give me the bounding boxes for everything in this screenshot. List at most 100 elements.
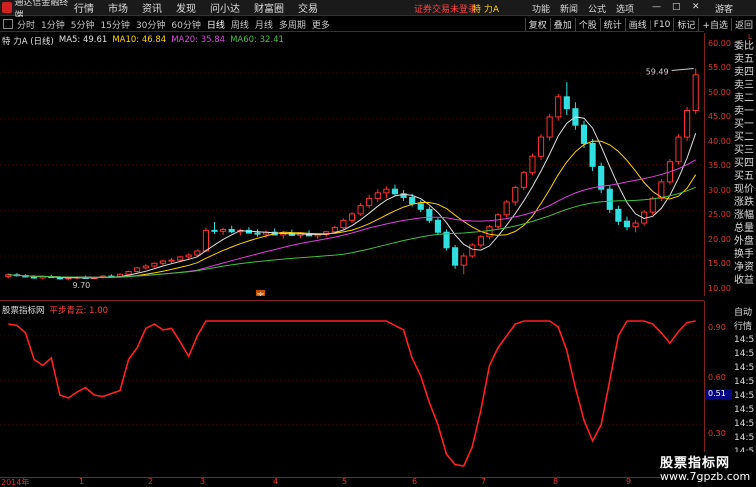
candle-body — [443, 231, 450, 249]
menu-bar: 通达信金融终端 行情 市场 资讯 发现 问小达 财富圈 交易 证券交易未登录 特… — [0, 0, 756, 21]
quote-label: 收益 — [734, 275, 754, 286]
menu-item-hangqing[interactable]: 行情 — [74, 0, 94, 15]
period-tab[interactable]: 15分钟 — [100, 18, 129, 31]
auto-label[interactable]: 自动 — [734, 305, 752, 318]
candle-body — [675, 136, 682, 163]
candle-body — [615, 208, 622, 222]
menu-item-ask[interactable]: 问小达 — [210, 0, 240, 15]
menu-formula[interactable]: 公式 — [588, 2, 606, 15]
stock-name: 特 力A — [472, 5, 500, 15]
tick-time: 14:5 — [734, 349, 755, 359]
period-tab[interactable]: 周线 — [231, 18, 249, 31]
candle-body — [357, 205, 364, 215]
time-label: 2 — [148, 477, 154, 486]
candle-body — [486, 226, 493, 238]
menu-item-discover[interactable]: 发现 — [176, 0, 196, 15]
quote-tab[interactable]: 行情 — [734, 319, 752, 332]
menu-options[interactable]: 选项 — [616, 2, 634, 15]
candle-body — [503, 201, 510, 216]
candle-body — [494, 214, 502, 228]
period-tab[interactable]: 1分钟 — [41, 18, 65, 31]
quote-panel: 委比 卖五 卖四 卖三 卖二 卖一 买一 买二 买三 买四 买五 现价 涨跌 涨… — [732, 33, 756, 296]
restore-rights-button[interactable]: 复权 — [524, 18, 550, 31]
candle-body — [606, 188, 613, 210]
tick-time: 14:5 — [734, 405, 755, 415]
price-tick: 35.00 — [708, 161, 731, 170]
indicator-axis: 0.90 0.60 0.30 0.51 — [704, 301, 732, 477]
event-marker-label: 定 — [257, 291, 264, 296]
period-tab[interactable]: 分时 — [17, 18, 35, 31]
candle-body — [254, 232, 261, 235]
time-axis: 2014年 1 2 3 4 5 6 7 8 9 — [0, 477, 704, 487]
ma60-value: MA60: 32.41 — [230, 35, 284, 45]
period-tab-daily[interactable]: 日线 — [207, 18, 225, 31]
price-tick: 25.00 — [708, 210, 731, 219]
high-arrow — [671, 67, 694, 71]
candle-body — [460, 255, 467, 266]
candle-body — [555, 96, 562, 118]
menu-function[interactable]: 功能 — [532, 2, 550, 15]
draw-line-button[interactable]: 画线 — [624, 18, 650, 31]
period-tab[interactable]: 30分钟 — [136, 18, 165, 31]
guest-label[interactable]: 游客 — [715, 2, 733, 15]
minimize-icon[interactable]: — — [652, 2, 661, 12]
candle-body — [331, 227, 338, 233]
back-button[interactable]: 返回 — [730, 18, 756, 31]
layout-icon[interactable] — [3, 19, 13, 29]
candle-body — [529, 155, 536, 174]
candle-body — [391, 188, 399, 195]
stock-button[interactable]: 个股 — [574, 18, 600, 31]
chart-toolbar: 复权 叠加 个股 统计 画线 F10 标记 +自选 返回 — [524, 17, 756, 32]
candle-body — [520, 172, 527, 188]
menu-item-fortune[interactable]: 财富圈 — [254, 0, 284, 15]
menu-item-market[interactable]: 市场 — [108, 0, 128, 15]
time-label: 7 — [481, 477, 487, 486]
ma5-value: MA5: 49.61 — [58, 35, 108, 45]
candle-body — [409, 196, 416, 205]
price-tick: 60.00 — [708, 39, 731, 48]
close-icon[interactable]: ✕ — [692, 2, 700, 12]
mark-button[interactable]: 标记 — [673, 18, 698, 31]
low-price-label: 9.70 — [72, 281, 90, 290]
indicator-current-value: 0.51 — [706, 389, 732, 400]
overlay-button[interactable]: 叠加 — [549, 18, 575, 31]
candle-body — [477, 236, 484, 246]
period-tab-more[interactable]: 更多 — [312, 18, 330, 31]
time-label: 2014年 — [1, 478, 30, 487]
price-tick: 15.00 — [708, 259, 731, 268]
price-tick: 50.00 — [708, 88, 731, 97]
price-tick: 55.00 — [708, 63, 731, 72]
candlestick-chart[interactable]: 59.49 9.70 定 — [0, 33, 704, 296]
time-label: 3 — [200, 477, 206, 486]
period-tab[interactable]: 多周期 — [279, 18, 306, 31]
candle-body — [177, 256, 184, 261]
stats-button[interactable]: 统计 — [599, 18, 625, 31]
menu-item-trade[interactable]: 交易 — [298, 0, 318, 15]
candle-body — [142, 265, 149, 269]
menu-news[interactable]: 新闻 — [560, 2, 578, 15]
time-label: 8 — [553, 477, 559, 486]
menu-item-news[interactable]: 资讯 — [142, 0, 162, 15]
indicator-source: 股票指标网 — [2, 306, 45, 316]
watermark-title: 股票指标网 — [660, 456, 731, 471]
f10-button[interactable]: F10 — [649, 19, 674, 30]
candle-body — [546, 116, 553, 138]
time-label: 1 — [79, 477, 85, 486]
tick-time: 14:5 — [734, 433, 755, 443]
indicator-tick: 0.30 — [708, 429, 726, 438]
candle-body — [426, 208, 433, 221]
maximize-icon[interactable]: □ — [672, 2, 681, 12]
period-tab[interactable]: 月线 — [255, 18, 273, 31]
price-tick: 10.00 — [708, 284, 731, 293]
candle-body — [366, 197, 373, 207]
candle-body — [374, 192, 381, 199]
login-notice[interactable]: 证券交易未登录 — [414, 2, 477, 15]
candle-body — [228, 228, 235, 233]
period-tab[interactable]: 60分钟 — [171, 18, 200, 31]
add-watchlist-button[interactable]: +自选 — [698, 18, 731, 31]
period-tab[interactable]: 5分钟 — [71, 18, 95, 31]
indicator-chart[interactable] — [0, 301, 704, 477]
candle-body — [185, 254, 192, 258]
time-label: 6 — [412, 477, 418, 486]
candle-body — [417, 203, 424, 210]
